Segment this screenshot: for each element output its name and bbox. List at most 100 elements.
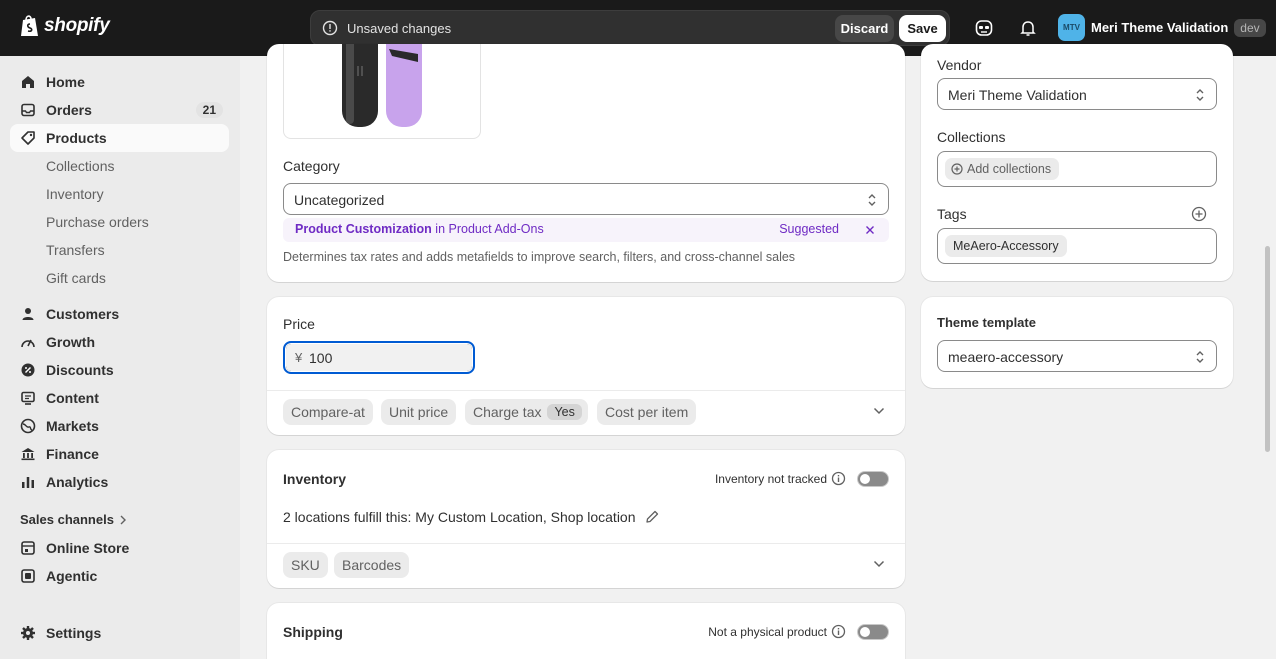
bell-icon[interactable] <box>1018 18 1038 38</box>
sidebar-item-settings[interactable]: Settings <box>10 619 229 647</box>
suggested-label: Suggested <box>779 222 839 236</box>
collections-label: Collections <box>937 129 1006 145</box>
account-menu[interactable]: MTV Meri Theme Validation dev <box>1058 14 1266 41</box>
unit-price-button[interactable]: Unit price <box>381 399 457 425</box>
inventory-card: Inventory Inventory not tracked 2 locati… <box>267 450 905 588</box>
divider <box>267 390 905 391</box>
vendor-select[interactable]: Meri Theme Validation <box>937 78 1217 110</box>
tags-label: Tags <box>937 206 967 222</box>
add-collections-button[interactable]: Add collections <box>945 158 1060 180</box>
dev-badge: dev <box>1234 18 1266 37</box>
compare-at-button[interactable]: Compare-at <box>283 399 373 425</box>
brand-name: shopify <box>44 15 110 36</box>
physical-product-label: Not a physical product <box>708 625 827 639</box>
unsaved-message: Unsaved changes <box>347 21 452 36</box>
vendor-value: Meri Theme Validation <box>948 87 1087 103</box>
pencil-icon[interactable] <box>645 509 660 524</box>
snowboard-image <box>342 44 422 127</box>
chevron-down-icon[interactable] <box>873 560 885 568</box>
category-help-text: Determines tax rates and adds metafields… <box>283 250 796 264</box>
sidebar-item-growth[interactable]: Growth <box>10 328 229 356</box>
sidebar-item-label: Discounts <box>46 362 114 378</box>
sidebar-item-customers[interactable]: Customers <box>10 300 229 328</box>
shipping-card: Shipping Not a physical product <box>267 603 905 659</box>
theme-template-select[interactable]: meaero-accessory <box>937 340 1217 372</box>
price-input[interactable]: ¥ 100 <box>283 341 475 374</box>
price-card: Price ¥ 100 Compare-at Unit price Charge… <box>267 297 905 435</box>
suggestion-text: Product Customization in Product Add-Ons <box>295 222 544 236</box>
unsaved-changes-bar: Unsaved changes Discard Save <box>310 10 950 46</box>
sku-button[interactable]: SKU <box>283 552 328 578</box>
sidebar-item-label: Content <box>46 390 99 406</box>
cost-per-item-button[interactable]: Cost per item <box>597 399 697 425</box>
sidebar-subitem-collections[interactable]: Collections <box>46 158 114 174</box>
sidebar-item-label: Finance <box>46 446 99 462</box>
content-icon <box>21 391 35 405</box>
theme-template-title: Theme template <box>937 315 1036 330</box>
fulfillment-locations-text: 2 locations fulfill this: My Custom Loca… <box>283 509 636 525</box>
product-organization-card: Vendor Meri Theme Validation Collections… <box>921 44 1233 281</box>
tag-chip[interactable]: MeAero-Accessory <box>945 235 1067 257</box>
inventory-tracking-label: Inventory not tracked <box>714 472 827 486</box>
close-icon[interactable] <box>865 225 875 235</box>
barcodes-button[interactable]: Barcodes <box>334 552 410 578</box>
category-suggestion[interactable]: Product Customization in Product Add-Ons… <box>283 218 889 242</box>
sidebar-item-markets[interactable]: Markets <box>10 412 229 440</box>
inventory-tracking-toggle[interactable] <box>857 471 889 487</box>
save-button[interactable]: Save <box>899 15 946 42</box>
charge-tax-button[interactable]: Charge tax Yes <box>465 399 588 425</box>
shopify-logo[interactable]: shopify <box>20 14 110 38</box>
orders-count-badge: 21 <box>195 102 223 118</box>
sidebar-item-agentic[interactable]: Agentic <box>10 562 229 590</box>
category-select[interactable]: Uncategorized <box>283 183 889 215</box>
discount-icon <box>21 363 35 377</box>
sidekick-icon[interactable] <box>974 18 994 38</box>
sidebar-subitem-inventory[interactable]: Inventory <box>46 186 104 202</box>
plus-circle-icon <box>951 163 963 175</box>
theme-template-value: meaero-accessory <box>948 349 1064 365</box>
tag-icon <box>21 131 35 145</box>
sidebar-item-analytics[interactable]: Analytics <box>10 468 229 496</box>
sidebar-item-orders[interactable]: Orders 21 <box>10 96 229 124</box>
discard-button[interactable]: Discard <box>835 15 894 42</box>
sidebar-subitem-transfers[interactable]: Transfers <box>46 242 105 258</box>
chevron-down-icon[interactable] <box>873 407 885 415</box>
theme-template-card: Theme template meaero-accessory <box>921 297 1233 388</box>
sidebar-item-label: Growth <box>46 334 95 350</box>
sidebar-item-home[interactable]: Home <box>10 68 229 96</box>
sidebar-item-label: Agentic <box>46 568 98 584</box>
price-label: Price <box>283 316 315 332</box>
sidebar-item-label: Orders <box>46 102 92 118</box>
price-value: 100 <box>309 350 333 366</box>
sidebar-item-label: Settings <box>46 625 102 641</box>
shipping-title: Shipping <box>283 624 343 640</box>
info-icon[interactable] <box>831 624 846 639</box>
sidebar-item-label: Markets <box>46 418 99 434</box>
tags-field[interactable]: MeAero-Accessory <box>937 228 1217 264</box>
sidebar-subitem-purchase-orders[interactable]: Purchase orders <box>46 214 149 230</box>
sidebar-item-content[interactable]: Content <box>10 384 229 412</box>
scrollbar-thumb[interactable] <box>1265 246 1270 452</box>
info-icon[interactable] <box>831 471 846 486</box>
sidebar-item-products[interactable]: Products <box>10 124 229 152</box>
add-tag-icon[interactable] <box>1191 206 1207 222</box>
sidebar-item-finance[interactable]: Finance <box>10 440 229 468</box>
collections-field[interactable]: Add collections <box>937 151 1217 187</box>
home-icon <box>22 76 34 88</box>
storefront-icon <box>21 541 35 555</box>
shopify-bag-icon <box>21 15 38 36</box>
divider <box>267 543 905 544</box>
select-arrows-icon <box>868 194 876 206</box>
product-image-thumbnail[interactable] <box>283 44 481 139</box>
sidebar-subitem-gift-cards[interactable]: Gift cards <box>46 270 106 286</box>
agentic-icon <box>21 569 35 583</box>
sidebar-item-online-store[interactable]: Online Store <box>10 534 229 562</box>
gauge-icon <box>21 339 35 348</box>
sidebar-item-discounts[interactable]: Discounts <box>10 356 229 384</box>
physical-product-toggle[interactable] <box>857 624 889 640</box>
sales-channels-header[interactable]: Sales channels <box>20 512 127 527</box>
charge-tax-value: Yes <box>547 404 582 420</box>
bank-icon <box>21 448 35 461</box>
currency-symbol: ¥ <box>295 350 303 365</box>
vendor-label: Vendor <box>937 57 982 73</box>
